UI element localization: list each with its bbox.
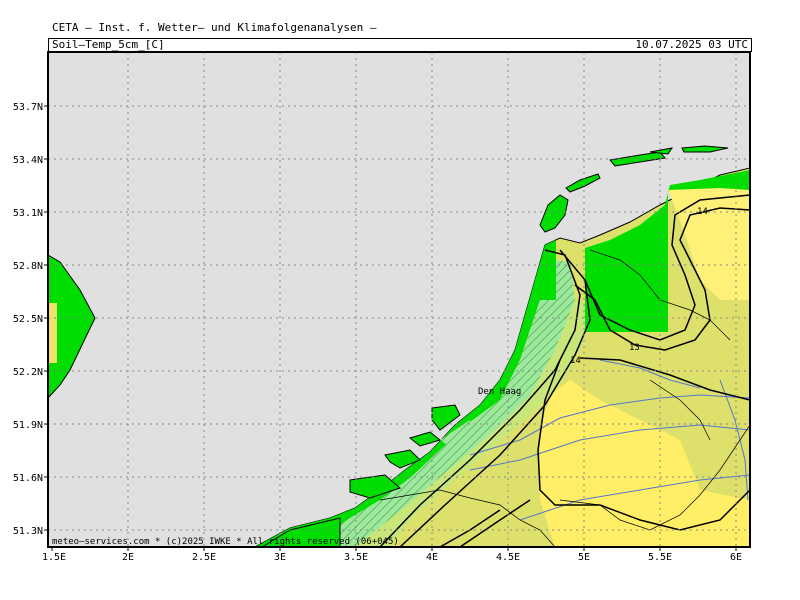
- lat-label: 53.4N: [13, 155, 43, 166]
- lon-label: 2E: [122, 552, 134, 563]
- lon-label: 5E: [578, 552, 590, 563]
- weather-map: Den Haag 14 14 13 meteo—services.com * (…: [13, 51, 751, 563]
- lat-label: 52.5N: [13, 314, 43, 325]
- lon-label: 4.5E: [496, 552, 520, 563]
- lon-label: 5.5E: [648, 552, 672, 563]
- lat-label: 53.1N: [13, 208, 43, 219]
- lat-label: 53.7N: [13, 102, 43, 113]
- lat-label: 51.3N: [13, 526, 43, 537]
- lon-label: 3.5E: [344, 552, 368, 563]
- contour-label-1: 14: [697, 207, 708, 217]
- lat-label: 51.9N: [13, 420, 43, 431]
- contour-label-3: 13: [629, 343, 640, 353]
- den-haag-label: Den Haag: [478, 387, 521, 397]
- credit-text: meteo—services.com * (c)2025 IWKE * All …: [52, 537, 399, 547]
- lon-label: 4E: [426, 552, 438, 563]
- lat-label: 51.6N: [13, 473, 43, 484]
- uk-warm-strip: [48, 303, 57, 363]
- lat-label: 52.8N: [13, 261, 43, 272]
- lon-label: 3E: [274, 552, 286, 563]
- lon-label: 6E: [730, 552, 742, 563]
- lon-label: 1.5E: [42, 552, 66, 563]
- lat-label: 52.2N: [13, 367, 43, 378]
- lon-label: 2.5E: [192, 552, 216, 563]
- contour-label-2: 14: [570, 356, 581, 366]
